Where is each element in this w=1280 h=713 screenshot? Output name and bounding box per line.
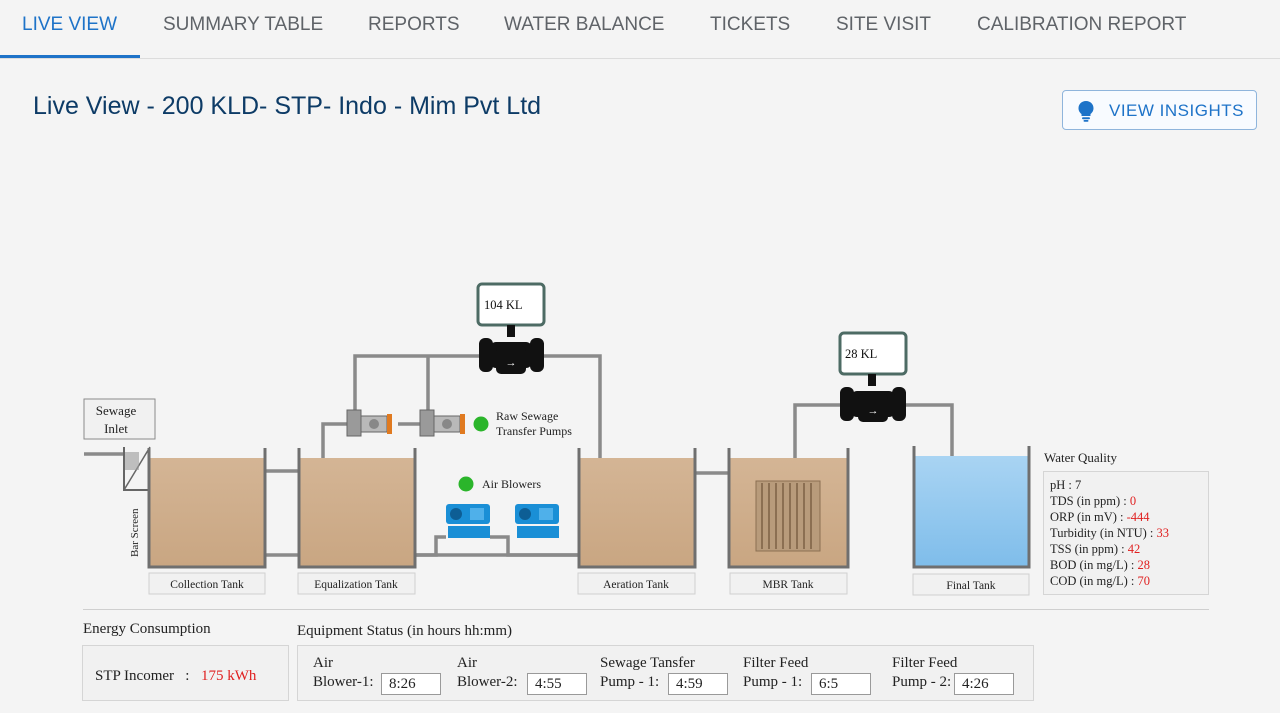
tab-reports[interactable]: REPORTS: [368, 0, 460, 58]
flowmeter-1[interactable]: 104 KL →: [476, 282, 546, 374]
water-quality-row: TDS (in ppm) : 0: [1050, 493, 1208, 509]
page-title: Live View - 200 KLD- STP- Indo - Mim Pvt…: [33, 92, 542, 120]
svg-text:Inlet: Inlet: [104, 421, 128, 436]
energy-consumption-panel: STP Incomer : 175 kWh: [82, 645, 289, 701]
water-quality-row: TSS (in ppm) : 42: [1050, 541, 1208, 557]
flowmeter-2[interactable]: 28 KL →: [838, 331, 908, 422]
svg-text:Sewage: Sewage: [96, 403, 137, 418]
water-quality-value: 0: [1129, 494, 1137, 508]
svg-text:Bar Screen: Bar Screen: [129, 508, 141, 557]
flowmeter-1-reading: 104 KL: [484, 298, 523, 312]
aeration-tank-label: Aeration Tank: [603, 579, 669, 591]
equipment-status-title: Equipment Status (in hours hh:mm): [297, 623, 512, 639]
mbr-membrane-module: [755, 480, 821, 552]
view-insights-button[interactable]: VIEW INSIGHTS: [1062, 90, 1257, 130]
water-quality-label: COD (in mg/L) :: [1050, 574, 1135, 588]
water-quality-row: BOD (in mg/L) : 28: [1050, 557, 1208, 573]
view-insights-label: VIEW INSIGHTS: [1109, 101, 1244, 120]
water-quality-label: pH :: [1050, 478, 1072, 492]
section-divider: [83, 609, 1209, 610]
flowmeter-2-reading: 28 KL: [845, 347, 877, 361]
equalization-tank: [297, 448, 417, 569]
raw-pumps-label-1: Raw Sewage: [496, 409, 558, 423]
raw-pumps-status-indicator: [473, 416, 489, 432]
water-quality-label: BOD (in mg/L) :: [1050, 558, 1135, 572]
filter-feed-pump-2-hours-field[interactable]: 4:26: [954, 673, 1014, 695]
final-tank: [912, 446, 1031, 569]
filter-feed-pump-1-hours-field[interactable]: 6:5: [811, 673, 871, 695]
mbr-tank: [727, 448, 850, 569]
sewage-inlet-label: Sewage Inlet: [83, 398, 156, 440]
raw-sewage-pump-2[interactable]: [419, 409, 465, 437]
tab-water-balance[interactable]: WATER BALANCE: [504, 0, 664, 58]
water-quality-row: Turbidity (in NTU) : 33: [1050, 525, 1208, 541]
water-quality-value: -444: [1126, 510, 1150, 524]
aeration-tank: [577, 448, 697, 569]
stp-incomer-value: 175 kWh: [201, 668, 257, 684]
tab-site-visit[interactable]: SITE VISIT: [836, 0, 931, 58]
process-diagram: Sewage Inlet Bar Screen Collection Tank …: [83, 282, 1031, 596]
water-quality-label: TSS (in ppm) :: [1050, 542, 1125, 556]
water-quality-value: 28: [1137, 558, 1151, 572]
collection-tank-label: Collection Tank: [170, 579, 244, 591]
water-quality-label: Turbidity (in NTU) :: [1050, 526, 1154, 540]
water-quality-row: pH : 7: [1050, 477, 1208, 493]
flow-arrow-icon-2: →: [868, 405, 879, 417]
water-quality-value: 70: [1137, 574, 1151, 588]
water-quality-row: COD (in mg/L) : 70: [1050, 573, 1208, 589]
air-blower-1[interactable]: [446, 504, 490, 538]
tab-bar: LIVE VIEW SUMMARY TABLE REPORTS WATER BA…: [0, 0, 1280, 59]
water-quality-row: ORP (in mV) : -444: [1050, 509, 1208, 525]
final-tank-label: Final Tank: [946, 580, 995, 592]
flow-arrow-icon: →: [506, 357, 517, 369]
air-blower-2-hours-field[interactable]: 4:55: [527, 673, 587, 695]
collection-tank: [147, 448, 267, 569]
tab-summary-table[interactable]: SUMMARY TABLE: [163, 0, 323, 58]
water-quality-label: TDS (in ppm) :: [1050, 494, 1127, 508]
equalization-tank-label: Equalization Tank: [314, 579, 398, 591]
active-tab-indicator: [0, 55, 140, 58]
sewage-transfer-pump-1-hours-field[interactable]: 4:59: [668, 673, 728, 695]
tab-calibration-report[interactable]: CALIBRATION REPORT: [977, 0, 1186, 58]
equipment-status-panel: Air Blower-1: 8:26 Air Blower-2: 4:55 Se…: [297, 645, 1034, 701]
stp-incomer-label: STP Incomer :: [95, 668, 190, 684]
lightbulb-icon: [1078, 101, 1094, 122]
energy-consumption-title: Energy Consumption: [83, 621, 211, 637]
bar-screen: Bar Screen: [123, 446, 151, 557]
tab-tickets[interactable]: TICKETS: [710, 0, 790, 58]
air-blower-2[interactable]: [515, 504, 559, 538]
water-quality-value: 33: [1156, 526, 1170, 540]
water-quality-panel: pH : 7 TDS (in ppm) : 0 ORP (in mV) : -444…: [1043, 471, 1209, 595]
raw-sewage-pump-1[interactable]: [346, 409, 392, 437]
mbr-tank-label: MBR Tank: [762, 579, 813, 591]
water-quality-title: Water Quality: [1044, 450, 1117, 465]
air-blowers-status-indicator: [458, 476, 474, 492]
air-blower-1-hours-field[interactable]: 8:26: [381, 673, 441, 695]
air-blowers-label: Air Blowers: [482, 477, 541, 491]
water-quality-value: 42: [1127, 542, 1141, 556]
water-quality-label: ORP (in mV) :: [1050, 510, 1124, 524]
tank-labels: Collection Tank Equalization Tank Aerati…: [148, 572, 1030, 596]
raw-pumps-label-2: Transfer Pumps: [496, 424, 572, 438]
water-quality-value: 7: [1075, 478, 1082, 492]
tab-live-view[interactable]: LIVE VIEW: [22, 0, 117, 58]
